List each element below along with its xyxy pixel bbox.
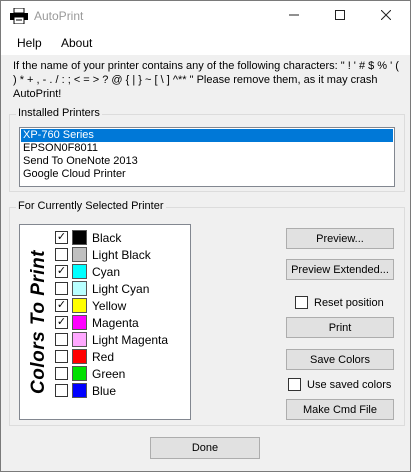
color-checkbox[interactable]: ✓: [55, 316, 68, 329]
color-checkbox[interactable]: ✓: [55, 265, 68, 278]
preview-extended-button[interactable]: Preview Extended...: [286, 259, 394, 280]
color-swatch: [72, 315, 87, 330]
color-row[interactable]: Red: [55, 348, 189, 365]
save-colors-button[interactable]: Save Colors: [286, 349, 394, 370]
printer-list-item[interactable]: Send To OneNote 2013: [21, 155, 393, 168]
color-swatch: [72, 298, 87, 313]
color-name: Cyan: [92, 265, 121, 279]
menu-about[interactable]: About: [61, 36, 92, 50]
printer-list-item[interactable]: XP-760 Series: [21, 129, 393, 142]
color-name: Green: [92, 367, 126, 381]
window-title: AutoPrint: [34, 9, 84, 23]
color-checkbox[interactable]: [55, 248, 68, 261]
color-row[interactable]: ✓ Magenta: [55, 314, 189, 331]
close-icon: [380, 9, 392, 23]
color-swatch: [72, 281, 87, 296]
preview-button[interactable]: Preview...: [286, 228, 394, 249]
color-row[interactable]: Light Black: [55, 246, 189, 263]
color-checkbox[interactable]: [55, 350, 68, 363]
use-saved-colors-checkbox[interactable]: Use saved colors: [288, 378, 391, 391]
done-button[interactable]: Done: [150, 437, 260, 459]
menu-bar: Help About: [1, 31, 410, 55]
color-row[interactable]: Light Magenta: [55, 331, 189, 348]
color-swatch: [72, 332, 87, 347]
installed-printers-label: Installed Printers: [16, 107, 102, 119]
color-checkbox[interactable]: [55, 367, 68, 380]
checkbox-box[interactable]: [288, 378, 301, 391]
color-checkbox[interactable]: [55, 384, 68, 397]
color-swatch: [72, 264, 87, 279]
color-name: Light Cyan: [92, 282, 150, 296]
color-name: Yellow: [92, 299, 127, 313]
reset-position-checkbox[interactable]: Reset position: [295, 296, 384, 309]
color-swatch: [72, 366, 87, 381]
maximize-icon: [335, 9, 345, 23]
color-swatch: [72, 230, 87, 245]
colors-panel: Colors To Print ✓ Black Light Black ✓ Cyan Li…: [19, 224, 191, 420]
use-saved-colors-label: Use saved colors: [307, 378, 392, 391]
colors-to-print-title: Colors To Print: [28, 249, 49, 395]
make-cmd-file-button[interactable]: Make Cmd File: [286, 399, 394, 420]
selected-printer-group: For Currently Selected Printer Colors To…: [9, 200, 405, 426]
reset-position-label: Reset position: [314, 296, 384, 309]
close-button[interactable]: [363, 1, 409, 31]
color-row[interactable]: Light Cyan: [55, 280, 189, 297]
color-swatch: [72, 383, 87, 398]
color-row[interactable]: Green: [55, 365, 189, 382]
color-row[interactable]: ✓ Yellow: [55, 297, 189, 314]
installed-printers-group: Installed Printers XP-760 Series EPSON0F…: [9, 107, 405, 192]
printer-list-item[interactable]: Google Cloud Printer: [21, 168, 393, 181]
maximize-button[interactable]: [317, 1, 363, 31]
color-row[interactable]: Blue: [55, 382, 189, 399]
color-row[interactable]: ✓ Cyan: [55, 263, 189, 280]
color-name: Blue: [92, 384, 117, 398]
color-checkbox[interactable]: [55, 333, 68, 346]
color-name: Black: [92, 231, 122, 245]
printer-list[interactable]: XP-760 Series EPSON0F8011 Send To OneNot…: [19, 127, 395, 187]
color-name: Light Black: [92, 248, 151, 262]
minimize-button[interactable]: [271, 1, 317, 31]
color-checkbox[interactable]: ✓: [55, 231, 68, 244]
title-bar[interactable]: AutoPrint: [1, 1, 410, 31]
selected-printer-label: For Currently Selected Printer: [16, 200, 166, 212]
color-row[interactable]: ✓ Black: [55, 229, 189, 246]
checkbox-box[interactable]: [295, 296, 308, 309]
color-swatch: [72, 247, 87, 262]
color-swatch: [72, 349, 87, 364]
printer-list-item[interactable]: EPSON0F8011: [21, 142, 393, 155]
color-checkbox[interactable]: [55, 282, 68, 295]
printer-icon: [10, 7, 28, 25]
minimize-icon: [289, 10, 299, 23]
color-name: Red: [92, 350, 115, 364]
menu-help[interactable]: Help: [17, 36, 42, 50]
color-name: Light Magenta: [92, 333, 169, 347]
color-name: Magenta: [92, 316, 139, 330]
print-button[interactable]: Print: [286, 317, 394, 338]
app-window: AutoPrint Help About If the name of your…: [0, 0, 411, 472]
printer-name-warning: If the name of your printer contains any…: [13, 60, 399, 100]
color-checkbox[interactable]: ✓: [55, 299, 68, 312]
